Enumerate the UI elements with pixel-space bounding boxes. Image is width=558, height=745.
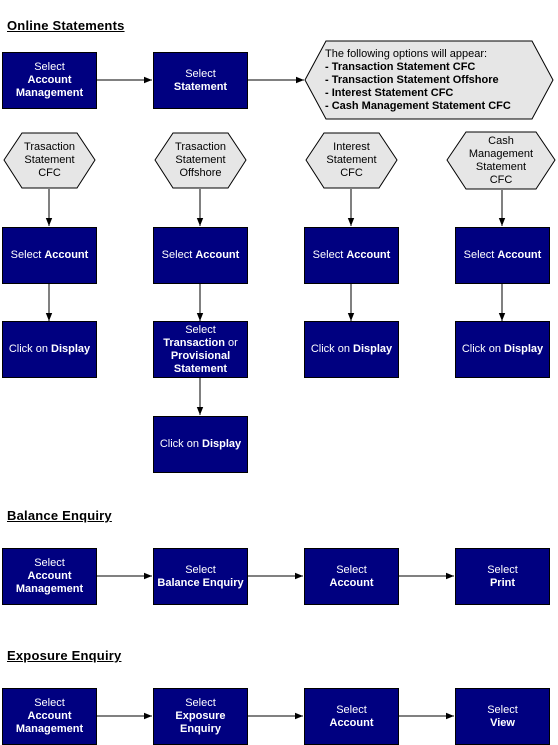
step-label-bold: Account (44, 249, 89, 261)
step-click-display-1: Click on Display (2, 321, 97, 378)
step-select-transaction-or-provisional: Select Transaction or Provisional Statem… (153, 321, 248, 378)
section-heading-balance-enquiry: Balance Enquiry (7, 508, 112, 523)
branch-hex-cash-management-cfc: Cash Management Statement CFC (446, 131, 556, 190)
hex-label: Statement (24, 154, 75, 166)
step-label-bold: Display (51, 343, 91, 355)
step-select-account-management: Select Account Management (2, 52, 97, 109)
step-label-bold: Transaction (163, 336, 225, 349)
exposure-step-4: Select View (455, 688, 550, 745)
step-label: Select (463, 249, 498, 261)
branch-hex-transaction-cfc: Trasaction Statement CFC (3, 132, 96, 189)
step-select-account-4: Select Account (455, 227, 550, 284)
step-select-account-3: Select Account (304, 227, 399, 284)
step-label-bold: Account (346, 249, 391, 261)
step-label-bold: Account (27, 74, 72, 86)
exposure-step-2: Select Exposure Enquiry (153, 688, 248, 745)
option-item: - Transaction Statement CFC (325, 60, 476, 73)
step-label-bold: Exposure (175, 710, 226, 722)
statement-options-note: The following options will appear: - Tra… (304, 40, 554, 120)
step-label-bold: Account (329, 716, 374, 729)
step-label-bold: Account (27, 710, 72, 722)
hex-label: Statement (475, 160, 527, 173)
balance-step-2: Select Balance Enquiry (153, 548, 248, 605)
step-click-display-4: Click on Display (455, 321, 550, 378)
step-label-bold: Account (497, 249, 542, 261)
option-item: - Interest Statement CFC (325, 86, 454, 99)
step-label: Select (161, 249, 196, 261)
step-label: Select (336, 703, 367, 716)
step-label: Select (185, 67, 216, 80)
step-label-bold: Management (15, 723, 84, 735)
step-label: Select (185, 323, 216, 336)
step-label-bold: Display (504, 343, 544, 355)
balance-step-4: Select Print (455, 548, 550, 605)
step-label-bold: View (490, 716, 515, 729)
step-click-display-2: Click on Display (153, 416, 248, 473)
hex-label: Statement (175, 154, 226, 166)
hex-label: Management (468, 147, 534, 160)
branch-hex-interest-cfc: Interest Statement CFC (305, 132, 398, 189)
option-item: - Transaction Statement Offshore (325, 73, 499, 86)
step-label: Select (34, 557, 65, 569)
step-label-bold: Statement (173, 80, 228, 93)
step-label-bold: Balance Enquiry (157, 576, 244, 589)
hex-label: CFC (38, 167, 61, 179)
step-label-bold: Account (329, 576, 374, 589)
section-heading-exposure-enquiry: Exposure Enquiry (7, 648, 122, 663)
option-item: - Cash Management Statement CFC (325, 99, 511, 112)
hex-label: Trasaction (24, 141, 75, 153)
step-select-account-1: Select Account (2, 227, 97, 284)
step-label: Click on (310, 343, 354, 355)
hex-label: Statement (326, 154, 377, 166)
step-label: Click on (159, 438, 203, 450)
exposure-step-3: Select Account (304, 688, 399, 745)
step-label: Select (185, 563, 216, 576)
step-label: Select (34, 61, 65, 73)
exposure-step-1: Select Account Management (2, 688, 97, 745)
balance-step-3: Select Account (304, 548, 399, 605)
step-label-bold: Print (489, 576, 516, 589)
hex-label: CFC (340, 167, 363, 179)
step-label: or (224, 336, 238, 349)
step-label-bold: Display (202, 438, 242, 450)
step-select-statement: Select Statement (153, 52, 248, 109)
step-label: Select (34, 697, 65, 709)
step-label: Click on (461, 343, 505, 355)
step-select-account-2: Select Account (153, 227, 248, 284)
hex-label: Trasaction (175, 141, 226, 153)
step-label-bold: Account (195, 249, 240, 261)
step-label: Select (185, 697, 216, 709)
hex-label: Cash (488, 134, 514, 147)
step-label-bold: Enquiry (180, 723, 221, 735)
step-click-display-3: Click on Display (304, 321, 399, 378)
step-label-bold: Display (353, 343, 393, 355)
step-label-bold: Statement (173, 362, 228, 375)
options-intro: The following options will appear: (325, 47, 488, 60)
hex-label: Offshore (179, 167, 222, 179)
step-label: Click on (8, 343, 52, 355)
step-label: Select (487, 703, 518, 716)
step-label: Select (312, 249, 347, 261)
hex-label: CFC (489, 173, 513, 186)
step-label: Select (336, 563, 367, 576)
section-heading-online-statements: Online Statements (7, 18, 125, 33)
step-label: Select (487, 563, 518, 576)
step-label-bold: Provisional (170, 349, 231, 362)
branch-hex-transaction-offshore: Trasaction Statement Offshore (154, 132, 247, 189)
step-label-bold: Management (15, 87, 84, 99)
hex-label: Interest (333, 141, 370, 153)
balance-step-1: Select Account Management (2, 548, 97, 605)
step-label-bold: Management (15, 583, 84, 595)
step-label-bold: Account (27, 570, 72, 582)
step-label: Select (10, 249, 45, 261)
